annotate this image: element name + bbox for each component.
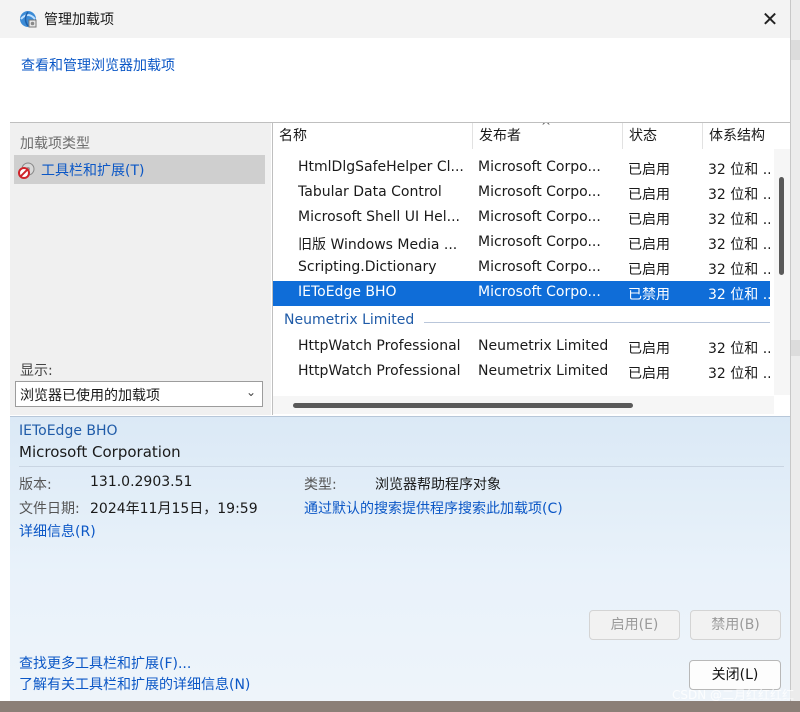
close-icon[interactable]: ✕: [755, 5, 785, 33]
addon-name: Microsoft Shell UI Hel...: [298, 209, 460, 225]
addon-row-selected[interactable]: IEToEdge BHO Microsoft Corpo... 已禁用 32 位…: [273, 281, 770, 306]
addon-architecture: 32 位和 ...: [708, 287, 770, 303]
version-value: 131.0.2903.51: [90, 474, 193, 490]
column-header-architecture[interactable]: 体系结构: [703, 123, 773, 149]
addon-status: 已启用: [628, 341, 670, 357]
ie-addons-icon: [20, 11, 37, 28]
background-strip-right: [791, 0, 800, 712]
addon-type-label: 工具栏和扩展(T): [41, 163, 145, 179]
publisher-group-label: Neumetrix Limited: [284, 312, 421, 328]
addon-architecture: 32 位和 ...: [708, 262, 770, 278]
addon-status: 已启用: [628, 187, 670, 203]
addon-row[interactable]: HttpWatch Professional Neumetrix Limited…: [273, 335, 770, 360]
addon-status: 已启用: [628, 212, 670, 228]
column-header-name[interactable]: 名称: [273, 123, 473, 149]
addon-status: 已启用: [628, 162, 670, 178]
addon-name: Tabular Data Control: [298, 184, 442, 200]
show-dropdown-value: 浏览器已使用的加载项: [20, 388, 160, 404]
addon-status: 已启用: [628, 262, 670, 278]
addon-publisher: Microsoft Corpo...: [478, 159, 601, 175]
addon-type-toolbars-extensions[interactable]: 工具栏和扩展(T): [14, 155, 265, 184]
addon-publisher: Microsoft Corpo...: [478, 209, 601, 225]
addon-row[interactable]: 旧版 Windows Media ... Microsoft Corpo... …: [273, 231, 770, 256]
window-title: 管理加载项: [44, 12, 114, 28]
file-date-label: 文件日期:: [19, 501, 80, 517]
disable-button[interactable]: 禁用(B): [690, 610, 781, 640]
addon-types-panel: 加载项类型 工具栏和扩展(T) 显示: 浏览器已使用的加载项 ⌄: [10, 123, 271, 415]
addon-status: 已启用: [628, 237, 670, 253]
addon-name: 旧版 Windows Media ...: [298, 237, 458, 253]
group-divider: [424, 322, 770, 323]
manage-addons-dialog: 管理加载项 ✕ 查看和管理浏览器加载项 加载项类型 工具栏和扩展(T) 显示: …: [0, 0, 791, 701]
addon-name: HttpWatch Professional: [298, 363, 461, 379]
addon-row[interactable]: Scripting.Dictionary Microsoft Corpo... …: [273, 256, 770, 281]
addon-architecture: 32 位和 ...: [708, 237, 770, 253]
watermark: CSDN @二月红红红红: [671, 688, 794, 702]
addon-publisher: Microsoft Corpo...: [478, 234, 601, 250]
addon-row[interactable]: Tabular Data Control Microsoft Corpo... …: [273, 181, 770, 206]
addon-row[interactable]: Microsoft Shell UI Hel... Microsoft Corp…: [273, 206, 770, 231]
addon-row[interactable]: HtmlDlgSafeHelper Cl... Microsoft Corpo.…: [273, 156, 770, 181]
chevron-down-icon: ⌄: [245, 385, 256, 399]
addon-publisher: Neumetrix Limited: [478, 363, 609, 379]
type-value: 浏览器帮助程序对象: [375, 477, 501, 493]
addon-architecture: 32 位和 ...: [708, 366, 770, 382]
file-date-value: 2024年11月15日，19:59: [90, 501, 258, 517]
addon-name: HtmlDlgSafeHelper Cl...: [298, 159, 464, 175]
learn-more-toolbars-link[interactable]: 了解有关工具栏和扩展的详细信息(N): [19, 674, 250, 694]
version-label: 版本:: [19, 477, 52, 493]
addons-list: 名称 发布者 ^ 状态 体系结构 HtmlDlgSafeHelper Cl...…: [272, 123, 790, 415]
addon-publisher: Microsoft Corpo...: [478, 284, 601, 300]
search-addon-link[interactable]: 通过默认的搜索提供程序搜索此加载项(C): [304, 498, 563, 518]
header-panel: 查看和管理浏览器加载项: [10, 38, 790, 123]
type-label: 类型:: [304, 477, 337, 493]
addon-architecture: 32 位和 ...: [708, 162, 770, 178]
addon-types-heading: 加载项类型: [20, 136, 90, 152]
find-more-toolbars-link[interactable]: 查找更多工具栏和扩展(F)...: [19, 653, 191, 673]
horizontal-scrollbar[interactable]: [273, 396, 774, 414]
addon-publisher: Microsoft Corpo...: [478, 184, 601, 200]
addon-name: HttpWatch Professional: [298, 338, 461, 354]
show-label: 显示:: [20, 363, 53, 379]
addon-name: IEToEdge BHO: [298, 284, 397, 300]
show-dropdown[interactable]: 浏览器已使用的加载项 ⌄: [15, 381, 263, 407]
addon-publisher: Microsoft Corpo...: [478, 259, 601, 275]
vertical-scroll-thumb[interactable]: [779, 177, 784, 275]
addon-name: Scripting.Dictionary: [298, 259, 437, 275]
sort-indicator-icon: ^: [541, 123, 552, 133]
addon-architecture: 32 位和 ...: [708, 341, 770, 357]
publisher-group-header: Neumetrix Limited: [284, 312, 770, 334]
selected-addon-publisher: Microsoft Corporation: [19, 443, 181, 461]
addon-status: 已启用: [628, 366, 670, 382]
enable-button[interactable]: 启用(E): [589, 610, 680, 640]
addon-publisher: Neumetrix Limited: [478, 338, 609, 354]
vertical-scrollbar[interactable]: [774, 149, 790, 395]
addon-row[interactable]: HttpWatch Professional Neumetrix Limited…: [273, 360, 770, 385]
horizontal-scroll-thumb[interactable]: [293, 403, 633, 408]
title-bar: 管理加载项 ✕: [0, 0, 790, 38]
addon-architecture: 32 位和 ...: [708, 187, 770, 203]
column-header-status[interactable]: 状态: [623, 123, 703, 149]
details-panel: IEToEdge BHO Microsoft Corporation 版本: 1…: [10, 416, 790, 701]
view-manage-addons-heading: 查看和管理浏览器加载项: [21, 58, 175, 74]
details-divider: [19, 466, 784, 467]
selected-addon-name: IEToEdge BHO: [19, 423, 118, 439]
addon-architecture: 32 位和 ...: [708, 212, 770, 228]
more-info-link[interactable]: 详细信息(R): [19, 521, 96, 541]
no-entry-gear-icon: [18, 162, 35, 179]
addon-status: 已禁用: [628, 287, 670, 303]
